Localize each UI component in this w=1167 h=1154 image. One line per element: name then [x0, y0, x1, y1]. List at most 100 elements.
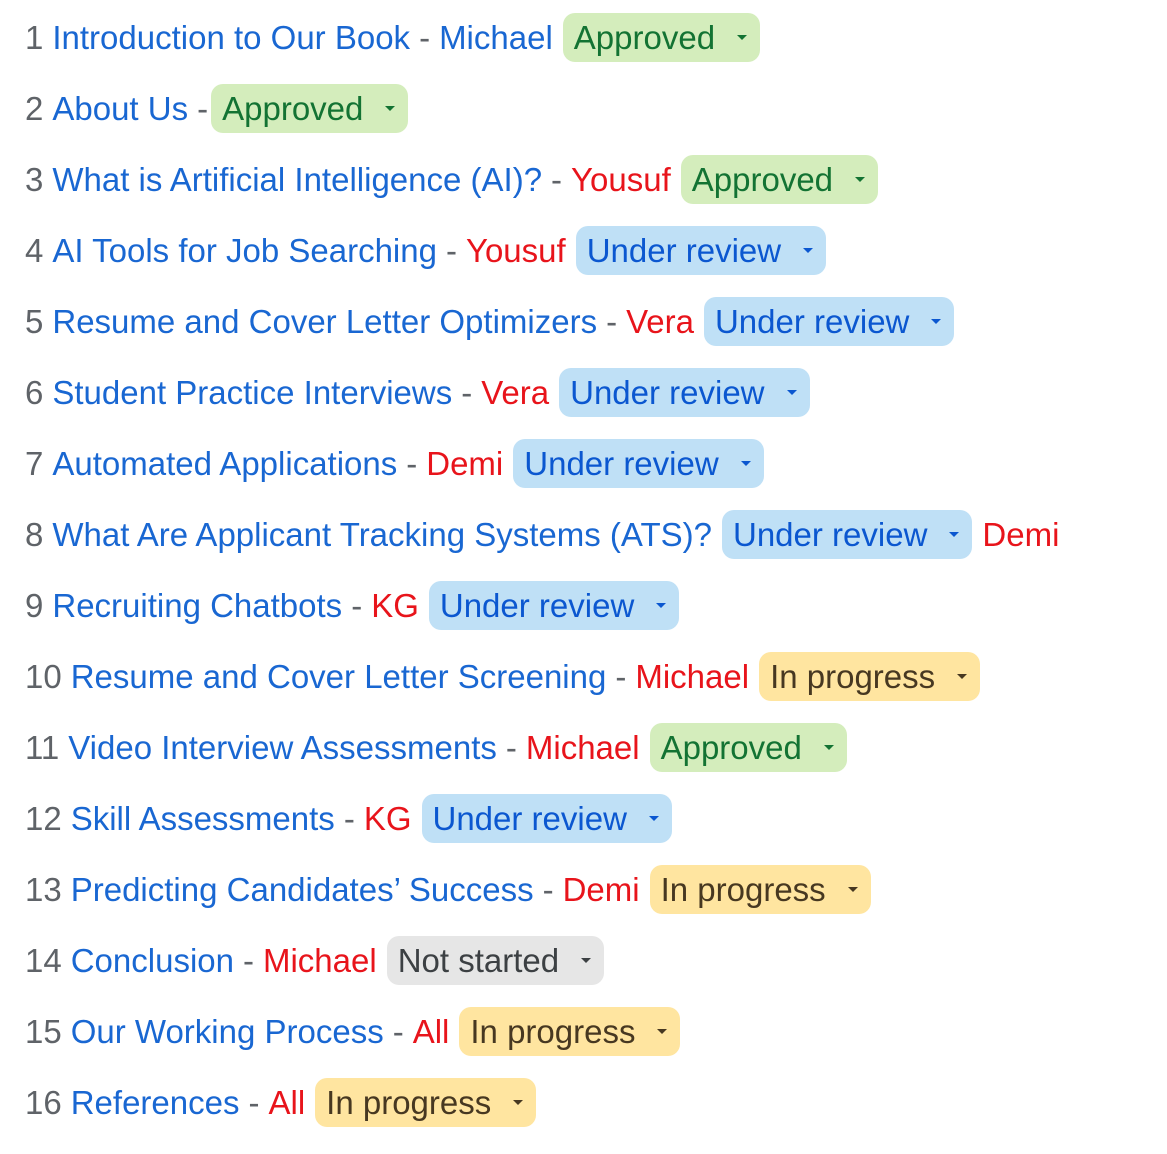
chapter-number: 7 [25, 445, 44, 482]
chapter-row: 9 Recruiting Chatbots - KG Under review [25, 581, 1167, 652]
separator: - [542, 871, 554, 908]
chapter-title-link[interactable]: Our Working Process [71, 1007, 384, 1056]
status-chip[interactable]: In progress [759, 652, 981, 701]
status-chip-label: Approved [691, 161, 834, 198]
chapter-number: 3 [25, 161, 44, 198]
separator: - [505, 729, 517, 766]
caret-down-icon [931, 319, 942, 324]
status-chip-label: Under review [439, 587, 635, 624]
author-name: Demi [562, 871, 640, 908]
status-chip-label: In progress [326, 1084, 492, 1121]
caret-down-icon [648, 816, 659, 821]
chapter-row: 8 What Are Applicant Tracking Systems (AT… [25, 510, 1167, 581]
status-chip-label: Under review [733, 516, 928, 553]
status-chip-label: Approved [660, 729, 802, 766]
separator: - [392, 1013, 404, 1050]
chapter-number: 11 [25, 729, 60, 766]
caret-down-icon [847, 887, 858, 892]
chapter-row: 1 Introduction to Our Book - Michael Approve… [25, 13, 1167, 84]
chapter-number: 8 [25, 516, 44, 553]
status-chip[interactable]: Approved [649, 723, 847, 772]
status-chip-label: Under review [570, 374, 765, 411]
status-chip-label: In progress [470, 1013, 636, 1050]
chapter-row: 12 Skill Assessments - KG Under review [25, 794, 1167, 865]
chapter-title-link[interactable]: Resume and Cover Letter Optimizers [52, 297, 597, 346]
separator: - [551, 161, 563, 198]
status-chip[interactable]: Under review [513, 439, 764, 488]
author-name: Vera [626, 303, 694, 340]
status-chip[interactable]: Under review [559, 368, 810, 417]
author-name: All [268, 1084, 306, 1121]
status-chip[interactable]: Approved [211, 84, 409, 133]
status-chip-label: In progress [770, 658, 936, 695]
status-chip[interactable]: In progress [459, 1007, 681, 1056]
status-chip-label: Approved [222, 90, 364, 127]
chapter-row: 3 What is Artificial Intelligence (AI)? - Y… [25, 155, 1167, 226]
separator: - [343, 800, 355, 837]
caret-down-icon [737, 35, 748, 40]
status-chip[interactable]: Under review [575, 226, 827, 275]
status-chip[interactable]: Approved [562, 13, 761, 62]
status-chip[interactable]: Under review [722, 510, 973, 559]
status-chip[interactable]: Under review [421, 794, 672, 843]
author-name: Michael [635, 658, 750, 695]
author-name: Michael [262, 942, 377, 979]
status-chip-label: Under review [524, 445, 719, 482]
caret-down-icon [656, 603, 667, 608]
separator: - [419, 19, 431, 56]
chapter-title-link[interactable]: AI Tools for Job Searching [52, 226, 437, 275]
status-chip[interactable]: Approved [680, 155, 879, 204]
separator: - [606, 303, 618, 340]
caret-down-icon [786, 390, 797, 395]
separator: - [351, 587, 363, 624]
status-chip[interactable]: Under review [428, 581, 680, 630]
chapter-number: 4 [25, 232, 44, 269]
author-name: All [412, 1013, 450, 1050]
status-chip[interactable]: In progress [315, 1078, 537, 1127]
chapter-title-link[interactable]: References [71, 1078, 240, 1127]
chapter-title-link[interactable]: What is Artificial Intelligence (AI)? [52, 155, 542, 204]
chapter-row: 13 Predicting Candidates’ Success - Demi In … [25, 865, 1167, 936]
chapter-title-link[interactable]: Automated Applications [52, 439, 397, 488]
chapter-number: 13 [25, 871, 62, 908]
chapter-title-link[interactable]: Conclusion [71, 936, 234, 985]
chapter-title-link[interactable]: Skill Assessments [71, 794, 335, 843]
status-chip[interactable]: Not started [386, 936, 605, 985]
chapter-number: 10 [25, 658, 62, 695]
chapter-title-link[interactable]: Video Interview Assessments [68, 723, 497, 772]
status-chip[interactable]: Under review [703, 297, 955, 346]
chapter-title-link[interactable]: Student Practice Interviews [52, 368, 452, 417]
chapter-title-link[interactable]: What Are Applicant Tracking Systems (ATS… [52, 510, 712, 559]
chapter-number: 1 [25, 19, 44, 56]
separator: - [197, 90, 209, 127]
chapter-row: 7 Automated Applications - Demi Under review [25, 439, 1167, 510]
caret-down-icon [740, 461, 751, 466]
chapter-title-link[interactable]: Predicting Candidates’ Success [71, 865, 534, 914]
author-name: KG [371, 587, 419, 624]
chapter-row: 11 Video Interview Assessments - Michael App… [25, 723, 1167, 794]
status-chip[interactable]: In progress [649, 865, 871, 914]
chapter-number: 16 [25, 1084, 62, 1121]
chapter-title-link[interactable]: Resume and Cover Letter Screening [71, 652, 607, 701]
chapter-title-link[interactable]: About Us [52, 84, 188, 133]
caret-down-icon [385, 106, 396, 111]
chapter-number: 14 [25, 942, 62, 979]
caret-down-icon [803, 248, 814, 253]
status-chip-label: Under review [432, 800, 627, 837]
status-chip-label: In progress [660, 871, 826, 908]
chapter-title-link[interactable]: Recruiting Chatbots [52, 581, 342, 630]
author-name: Demi [426, 445, 504, 482]
author-name: Yousuf [571, 161, 671, 198]
chapter-number: 15 [25, 1013, 62, 1050]
chapter-row: 15 Our Working Process - All In progress [25, 1007, 1167, 1078]
author-name: Vera [481, 374, 550, 411]
chapter-list: 1 Introduction to Our Book - Michael Approve… [0, 0, 1167, 1149]
chapter-title-link[interactable]: Introduction to Our Book [52, 13, 410, 62]
chapter-row: 6 Student Practice Interviews - Vera Under r… [25, 368, 1167, 439]
caret-down-icon [581, 958, 592, 963]
caret-down-icon [513, 1100, 524, 1105]
separator: - [242, 942, 254, 979]
chapter-number: 12 [25, 800, 62, 837]
separator: - [248, 1084, 260, 1121]
caret-down-icon [823, 745, 834, 750]
